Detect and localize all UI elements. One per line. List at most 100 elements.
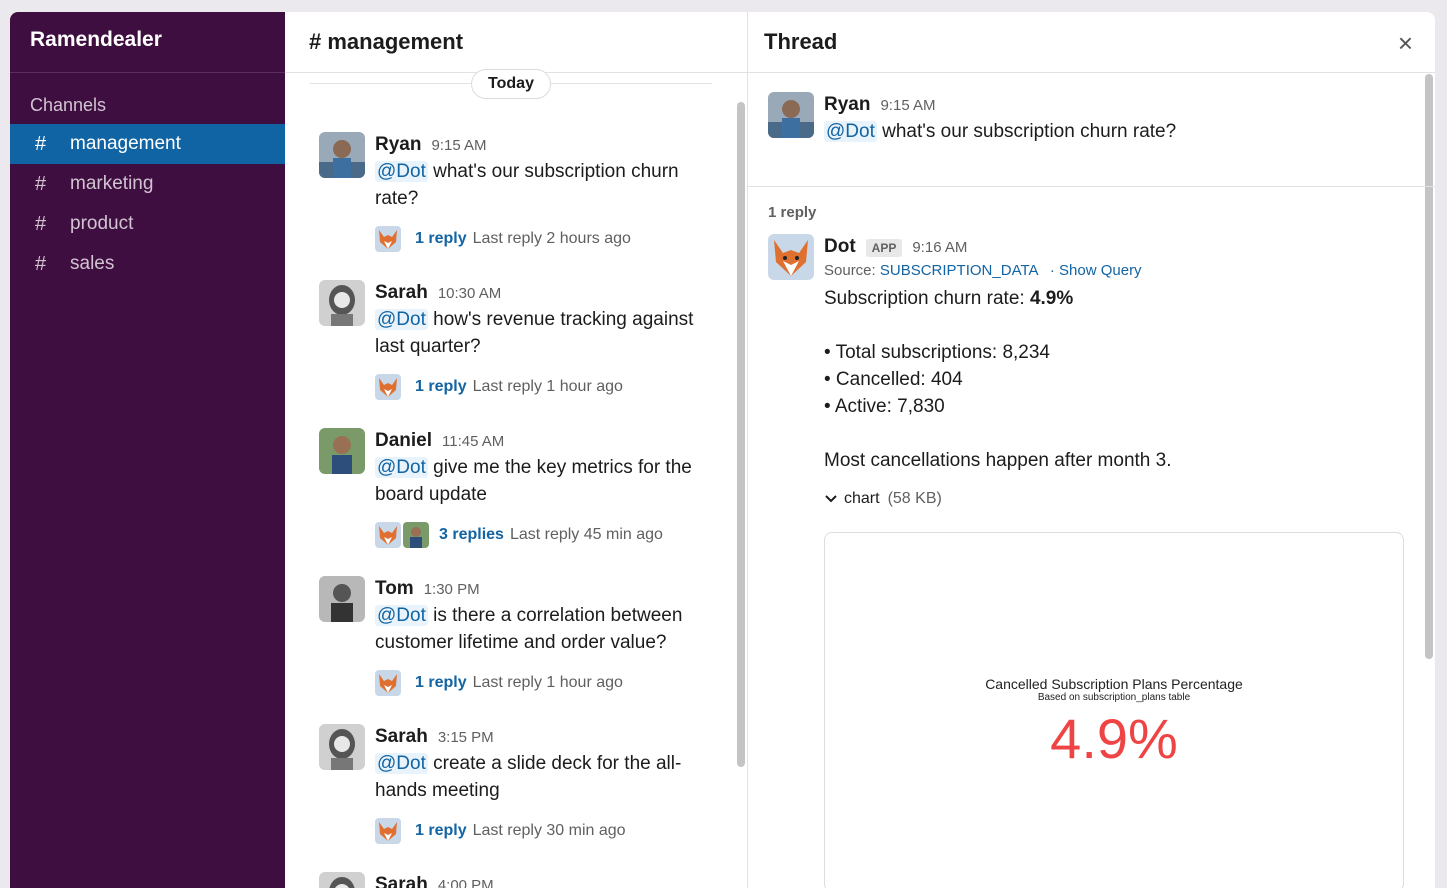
reply-count[interactable]: 1 reply — [415, 230, 467, 248]
avatar[interactable] — [319, 724, 365, 770]
bullet-item: • Cancelled: 404 — [824, 369, 963, 390]
fox-avatar — [375, 374, 401, 400]
timestamp[interactable]: 9:16 AM — [912, 239, 967, 256]
timestamp[interactable]: 9:15 AM — [880, 97, 935, 114]
fox-avatar — [375, 818, 401, 844]
hash-icon: # — [35, 172, 47, 195]
author-name[interactable]: Sarah — [375, 282, 428, 304]
channels-header[interactable]: Channels — [10, 73, 285, 124]
thread-replies[interactable]: 3 replies Last reply 45 min ago — [375, 522, 694, 548]
message[interactable]: Sarah 3:15 PM @Dot create a slide deck f… — [319, 724, 694, 844]
channel-label: sales — [70, 253, 115, 274]
reply-body: Subscription churn rate: 4.9% • Total su… — [824, 285, 1408, 474]
channel-label: management — [70, 133, 181, 154]
timestamp[interactable]: 9:15 AM — [431, 137, 486, 154]
hash-icon: # — [35, 212, 47, 235]
sidebar-item-management[interactable]: # management — [10, 124, 285, 164]
author-name[interactable]: Ryan — [824, 94, 870, 116]
mention[interactable]: @Dot — [375, 605, 428, 626]
sidebar-item-sales[interactable]: # sales — [10, 244, 285, 284]
timestamp[interactable]: 11:45 AM — [442, 433, 504, 450]
author-name[interactable]: Sarah — [375, 726, 428, 748]
timestamp[interactable]: 1:30 PM — [424, 581, 480, 598]
hash-icon: # — [35, 252, 47, 275]
mention[interactable]: @Dot — [375, 309, 428, 330]
message[interactable]: Sarah 4:00 PM — [319, 872, 694, 888]
message-text: @Dot what's our subscription churn rate? — [824, 118, 1388, 145]
chart-value: 4.9% — [1050, 707, 1178, 770]
thread-panel: Thread × Ryan 9:15 AM @Dot what's our su… — [748, 12, 1435, 888]
avatar[interactable] — [319, 132, 365, 178]
reply-count[interactable]: 1 reply — [415, 378, 467, 396]
hash-icon: # — [35, 132, 47, 155]
fox-avatar — [375, 522, 401, 548]
attachment-toggle[interactable]: chart (58 KB) — [824, 490, 1408, 508]
chart-attachment[interactable]: Cancelled Subscription Plans Percentage … — [824, 532, 1404, 888]
thread-title: Thread — [748, 12, 1435, 73]
scrollbar[interactable] — [737, 102, 745, 767]
reply-count[interactable]: 1 reply — [415, 822, 467, 840]
author-name[interactable]: Daniel — [375, 430, 432, 452]
avatar[interactable] — [768, 92, 814, 138]
mention[interactable]: @Dot — [375, 457, 428, 478]
thread-parent-message[interactable]: Ryan 9:15 AM @Dot what's our subscriptio… — [768, 92, 1388, 145]
churn-label: Subscription churn rate: — [824, 288, 1025, 309]
thread-replies[interactable]: 1 reply Last reply 2 hours ago — [375, 226, 694, 252]
reply-count[interactable]: 3 replies — [439, 526, 504, 544]
workspace-name[interactable]: Ramendealer — [10, 12, 285, 73]
author-name[interactable]: Ryan — [375, 134, 421, 156]
attachment-size: (58 KB) — [887, 490, 942, 507]
fox-avatar[interactable] — [768, 234, 814, 280]
channel-panel: # management Today Ryan 9:15 AM @Dot wha… — [285, 12, 748, 888]
timestamp[interactable]: 4:00 PM — [438, 877, 494, 888]
mention[interactable]: @Dot — [375, 753, 428, 774]
mention[interactable]: @Dot — [824, 121, 877, 142]
date-divider: Today — [310, 69, 712, 99]
author-name[interactable]: Dot — [824, 236, 856, 258]
channel-label: marketing — [70, 173, 154, 194]
avatar[interactable] — [319, 428, 365, 474]
author-name[interactable]: Tom — [375, 578, 414, 600]
chart-subtitle: Based on subscription_plans table — [1037, 692, 1191, 703]
author-name[interactable]: Sarah — [375, 874, 428, 888]
message-text: @Dot give me the key metrics for the boa… — [375, 454, 694, 508]
bullet-item: • Total subscriptions: 8,234 — [824, 342, 1050, 363]
attachment-name: chart — [844, 490, 880, 507]
message[interactable]: Ryan 9:15 AM @Dot what's our subscriptio… — [319, 132, 694, 252]
fox-avatar — [375, 670, 401, 696]
channel-title: # management — [285, 12, 747, 73]
avatar[interactable] — [319, 872, 365, 888]
avatar[interactable] — [319, 576, 365, 622]
date-pill[interactable]: Today — [471, 69, 551, 99]
source-label: Source: — [824, 262, 876, 279]
bot-reply-message[interactable]: Dot APP 9:16 AM Source: SUBSCRIPTION_DAT… — [768, 234, 1408, 508]
chart-title: Cancelled Subscription Plans Percentage — [985, 676, 1243, 692]
close-icon[interactable]: × — [1398, 28, 1413, 59]
message[interactable]: Sarah 10:30 AM @Dot how's revenue tracki… — [319, 280, 694, 400]
avatar[interactable] — [319, 280, 365, 326]
message-text: @Dot what's our subscription churn rate? — [375, 158, 694, 212]
last-reply: Last reply 30 min ago — [472, 822, 626, 839]
message[interactable]: Tom 1:30 PM @Dot is there a correlation … — [319, 576, 694, 696]
timestamp[interactable]: 3:15 PM — [438, 729, 494, 746]
thread-replies[interactable]: 1 reply Last reply 1 hour ago — [375, 670, 694, 696]
timestamp[interactable]: 10:30 AM — [438, 285, 501, 302]
sidebar-item-product[interactable]: # product — [10, 204, 285, 244]
thread-replies[interactable]: 1 reply Last reply 30 min ago — [375, 818, 694, 844]
source-link[interactable]: SUBSCRIPTION_DATA — [880, 262, 1038, 279]
message[interactable]: Daniel 11:45 AM @Dot give me the key met… — [319, 428, 694, 548]
mention[interactable]: @Dot — [375, 161, 428, 182]
last-reply: Last reply 2 hours ago — [472, 230, 631, 247]
app-window: Ramendealer Channels # management # mark… — [10, 12, 1435, 888]
show-query-link[interactable]: · Show Query — [1050, 262, 1142, 279]
thread-replies[interactable]: 1 reply Last reply 1 hour ago — [375, 374, 694, 400]
bullet-item: • Active: 7,830 — [824, 396, 945, 417]
reply-count[interactable]: 1 reply — [415, 674, 467, 692]
last-reply: Last reply 1 hour ago — [472, 674, 623, 691]
scrollbar[interactable] — [1425, 74, 1433, 659]
source-line: Source: SUBSCRIPTION_DATA · Show Query — [824, 262, 1408, 279]
message-text: @Dot how's revenue tracking against last… — [375, 306, 694, 360]
message-content: what's our subscription churn rate? — [882, 121, 1177, 142]
divider — [748, 186, 1435, 187]
sidebar-item-marketing[interactable]: # marketing — [10, 164, 285, 204]
